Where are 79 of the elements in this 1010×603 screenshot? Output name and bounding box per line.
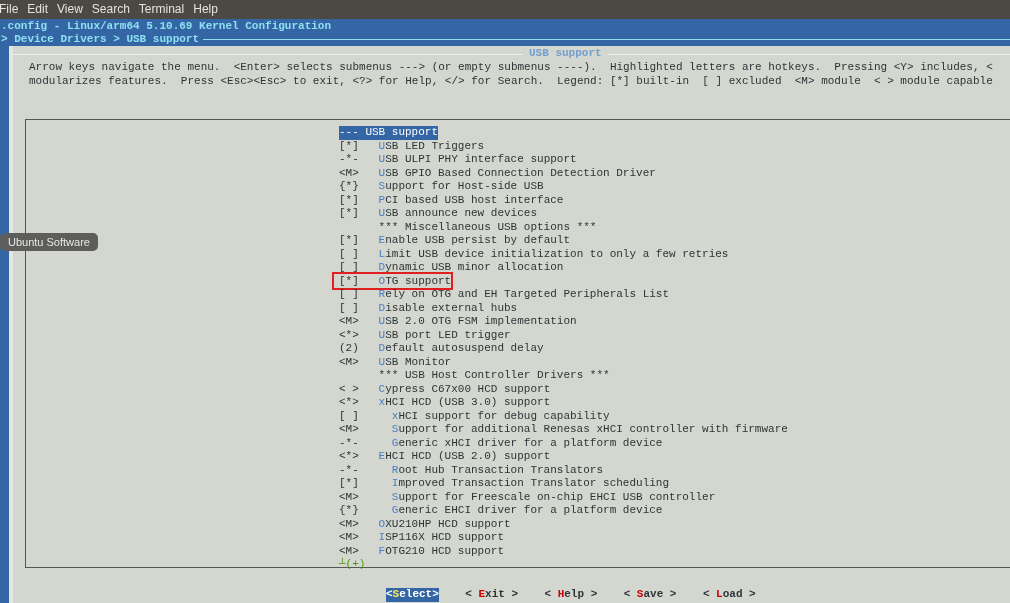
option-state: < > xyxy=(339,382,360,396)
menu-item[interactable]: EHCI HCD (USB 2.0) support xyxy=(378,450,551,464)
option-state: <M> xyxy=(339,315,360,329)
menu-item[interactable]: Rely on OTG and EH Targeted Peripherals List xyxy=(378,288,670,302)
menu-item[interactable]: Support for additional Renesas xHCI controller with firmware xyxy=(391,423,788,437)
menu-item[interactable]: --- USB support xyxy=(339,126,439,140)
menu-bar-item[interactable]: View xyxy=(57,0,83,19)
option-state: {*} xyxy=(339,504,360,518)
menu-item[interactable]: Generic EHCI driver for a platform device xyxy=(391,504,663,518)
dialog-button[interactable]: < Save > xyxy=(623,588,677,602)
option-state: <M> xyxy=(339,531,360,545)
menu-comment: *** USB Host Controller Drivers *** xyxy=(378,369,610,383)
dialog-title: USB support xyxy=(528,47,603,61)
dialog-button[interactable]: < Exit > xyxy=(465,588,519,602)
menu-item[interactable]: Dynamic USB minor allocation xyxy=(378,261,564,275)
option-state: [*] xyxy=(339,234,360,248)
menu-item[interactable]: Support for Freescale on-chip EHCI USB controller xyxy=(391,490,716,504)
more-indicator: ┴(+) xyxy=(339,558,366,570)
menu-bar-item[interactable]: Search xyxy=(91,0,130,19)
dialog-button[interactable]: < Load > xyxy=(702,588,756,602)
option-state: [ ] xyxy=(339,409,360,423)
option-state: <M> xyxy=(339,355,360,369)
option-state: <M> xyxy=(339,166,360,180)
help-text: modularizes features. Press <Esc><Esc> to exit, <?> for Help, </> for Search. Legend: [*] built-in [ ] excluded <M> module < > module capable xyxy=(29,74,994,88)
menu-bar-item[interactable]: Terminal xyxy=(138,0,185,19)
menu-item[interactable]: Generic xHCI driver for a platform device xyxy=(391,436,663,450)
menu-item[interactable]: USB LED Triggers xyxy=(378,139,485,153)
menu-bar-item[interactable]: Edit xyxy=(27,0,49,19)
menu-item[interactable]: Cypress C67x00 HCD support xyxy=(378,382,551,396)
window-title: .config - Linux/arm64 5.10.69 Kernel Configuration xyxy=(1,20,332,32)
menu-item[interactable]: USB port LED trigger xyxy=(378,328,511,342)
menu-item[interactable]: Default autosuspend delay xyxy=(378,342,544,356)
menu-item[interactable]: Root Hub Transaction Translators xyxy=(391,463,604,477)
option-state: [ ] xyxy=(339,301,360,315)
menu-item[interactable]: USB announce new devices xyxy=(378,207,538,221)
option-state: [*] xyxy=(339,139,360,153)
option-state: <M> xyxy=(339,544,360,557)
menu-item[interactable]: Improved Transaction Translator scheduling xyxy=(391,477,670,491)
option-state: <*> xyxy=(339,328,360,342)
option-state: -*- xyxy=(339,463,360,477)
menu-bar-item[interactable]: Help xyxy=(193,0,218,19)
help-text: Arrow keys navigate the menu. <Enter> selects submenus ---> (or empty submenus ----). Highlighted letters are hotkeys. Pressing <Y> includes, < xyxy=(29,61,994,75)
menu-item[interactable]: xHCI HCD (USB 3.0) support xyxy=(378,396,551,410)
menu-item[interactable]: USB GPIO Based Connection Detection Driver xyxy=(378,166,656,180)
menu-item[interactable]: FOTG210 HCD support xyxy=(378,544,505,558)
menu-item[interactable]: xHCI support for debug capability xyxy=(391,409,610,423)
dialog-button[interactable]: < Help > xyxy=(544,588,598,602)
option-state: <*> xyxy=(339,450,360,464)
dialog-button[interactable]: <Select> xyxy=(386,588,439,602)
tooltip: Ubuntu Software xyxy=(0,233,98,251)
menu-bar-item[interactable]: File xyxy=(0,0,19,19)
breadcrumb: > Device Drivers > USB support xyxy=(1,32,200,47)
option-state: {*} xyxy=(339,180,360,194)
option-state: [*] xyxy=(339,274,360,288)
menu-item[interactable]: USB ULPI PHY interface support xyxy=(378,153,577,167)
menu-item[interactable]: OXU210HP HCD support xyxy=(378,517,511,531)
option-state: -*- xyxy=(339,436,360,450)
menu-item[interactable]: Enable USB persist by default xyxy=(378,234,571,248)
option-state: <M> xyxy=(339,423,360,437)
menu-item[interactable]: Disable external hubs xyxy=(378,301,518,315)
option-state: -*- xyxy=(339,153,360,167)
option-state: <M> xyxy=(339,490,360,504)
menu-item[interactable]: PCI based USB host interface xyxy=(378,193,564,207)
menu-item[interactable]: USB Monitor xyxy=(378,355,452,369)
menu-item[interactable]: OTG support xyxy=(378,274,452,288)
option-state: [*] xyxy=(339,207,360,221)
menu-item[interactable]: Support for Host-side USB xyxy=(378,180,544,194)
menu-comment: *** Miscellaneous USB options *** xyxy=(378,220,597,234)
menu-item[interactable]: Limit USB device initialization to only a few retries xyxy=(378,247,729,261)
option-state: [ ] xyxy=(339,261,360,275)
option-state: [*] xyxy=(339,193,360,207)
option-state: [ ] xyxy=(339,247,360,261)
option-state: <M> xyxy=(339,517,360,531)
option-state: [*] xyxy=(339,477,360,491)
menu-item[interactable]: ISP116X HCD support xyxy=(378,531,505,545)
option-state: (2) xyxy=(339,342,360,356)
menu-item[interactable]: USB 2.0 OTG FSM implementation xyxy=(378,315,577,329)
option-state: <*> xyxy=(339,396,360,410)
option-state: [ ] xyxy=(339,288,360,302)
